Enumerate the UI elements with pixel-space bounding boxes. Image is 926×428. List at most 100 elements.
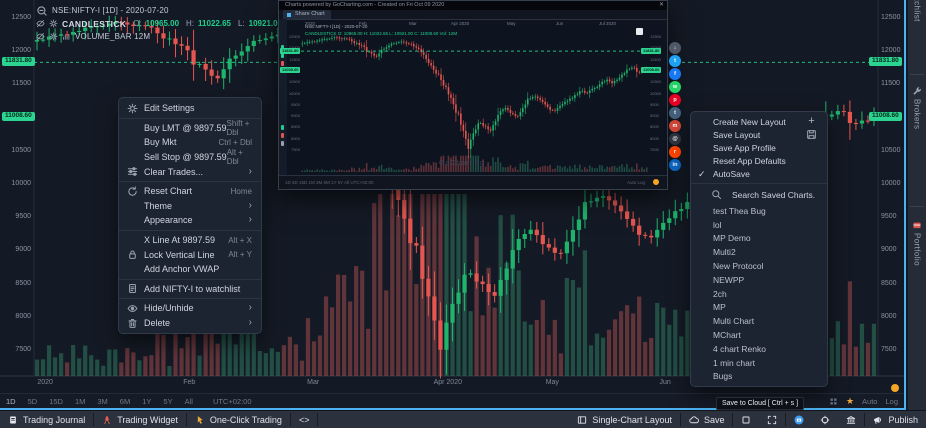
saved-chart-item[interactable]: test Thea Bug	[691, 204, 827, 218]
camera-button[interactable]	[786, 411, 812, 428]
mini-save-icon[interactable]	[636, 28, 643, 35]
menu-item-reset-chart[interactable]: Reset ChartHome	[119, 184, 261, 199]
menu-item-hide-unhide[interactable]: Hide/Unhide›	[119, 301, 261, 316]
auto-scale-button[interactable]: Auto	[862, 397, 877, 406]
close-icon[interactable]: ✕	[659, 1, 664, 10]
save-button[interactable]: Save	[681, 411, 733, 428]
favorite-star-icon[interactable]: ★	[846, 397, 854, 406]
chevron-right-icon: ›	[249, 318, 252, 328]
hide-volume-icon[interactable]	[36, 32, 45, 41]
mini-price-tick: 11500	[288, 57, 300, 62]
layout-menu-item-save-layout[interactable]: Save Layout	[691, 128, 827, 141]
square-button[interactable]	[733, 411, 759, 428]
sidebar-tab-brokers[interactable]: Brokers	[908, 86, 926, 129]
timeframe-5d[interactable]: 5D	[22, 397, 44, 406]
toolbar-spacer	[318, 411, 569, 428]
layout-menu-item-autosave[interactable]: ✓AutoSave	[691, 168, 827, 181]
menu-item-label: Buy LMT @ 9897.59	[144, 123, 227, 133]
menu-item-edit-settings[interactable]: Edit Settings	[119, 101, 261, 116]
one-click-trading-button[interactable]: One-Click Trading	[187, 411, 290, 428]
menu-item-label: Add NIFTY-I to watchlist	[144, 284, 240, 294]
menu-item-add-anchor-vwap[interactable]: Add Anchor VWAP	[119, 262, 261, 277]
search-saved-charts[interactable]: Search Saved Charts.	[691, 186, 827, 204]
scroll-to-realtime-button[interactable]	[891, 384, 899, 392]
share-download-button[interactable]: ↓	[669, 42, 681, 54]
single-chart-layout-button[interactable]: Single-Chart Layout	[569, 411, 680, 428]
grid-layout-icon[interactable]	[829, 397, 838, 406]
bank-button[interactable]	[838, 411, 864, 428]
menu-item-lock-vertical-line[interactable]: Lock Vertical LineAlt + Y	[119, 247, 261, 262]
menu-shortcut: Home	[231, 187, 252, 196]
menu-item-x-line-at-9897-59[interactable]: X Line At 9897.59Alt + X	[119, 233, 261, 248]
timeframe-15d[interactable]: 15D	[43, 397, 69, 406]
share-twitter-button[interactable]: t	[669, 55, 681, 67]
menu-item-appearance[interactable]: Appearance›	[119, 213, 261, 228]
saved-chart-item[interactable]: Multi2	[691, 245, 827, 259]
menu-item-spacer	[127, 200, 138, 211]
saved-chart-item[interactable]: MP Demo	[691, 232, 827, 246]
saved-chart-item[interactable]: New Protocol	[691, 259, 827, 273]
timezone-label[interactable]: UTC+02:00	[213, 397, 252, 406]
saved-chart-item[interactable]: Bugs	[691, 370, 827, 384]
share-whatsapp-button[interactable]: w	[669, 81, 681, 93]
timeframe-3m[interactable]: 3M	[91, 397, 113, 406]
share-reddit-button[interactable]: r	[669, 146, 681, 158]
saved-chart-item[interactable]: MChart	[691, 328, 827, 342]
saved-chart-item[interactable]: 4 chart Renko	[691, 342, 827, 356]
share-linkedin-button[interactable]: in	[669, 159, 681, 171]
timeframe-1m[interactable]: 1M	[69, 397, 91, 406]
share-tumblr-button[interactable]: t	[669, 107, 681, 119]
sidebar-tab-watchlist[interactable]: Watchlist	[908, 0, 926, 22]
layout-menu-label: AutoSave	[713, 169, 750, 179]
watermark: GoCharting	[439, 160, 485, 167]
menu-item-add-nifty-i-to-watchlist[interactable]: Add NIFTY-I to watchlist	[119, 282, 261, 297]
share-facebook-button[interactable]: f	[669, 68, 681, 80]
camera-icon	[794, 415, 804, 425]
price-tick: 10500	[0, 147, 31, 154]
saved-chart-item[interactable]: lol	[691, 218, 827, 232]
menu-item-label: X Line At 9897.59	[144, 235, 215, 245]
menu-item-buy-lmt-9897-59[interactable]: Buy LMT @ 9897.59Shift + Dbl	[119, 121, 261, 136]
hide-series-icon[interactable]	[36, 19, 45, 28]
log-scale-button[interactable]: Log	[885, 397, 898, 406]
timeframe-6m[interactable]: 6M	[114, 397, 136, 406]
layout-menu-item-create-new-layout[interactable]: Create New Layout+	[691, 115, 827, 128]
timeframe-buttons: 1D5D15D1M3M6M1Y5YAll	[0, 397, 199, 406]
price-tick: 8000	[881, 313, 905, 320]
tab-share-chart[interactable]: Share Chart	[283, 10, 331, 19]
menu-item-spacer	[127, 235, 138, 246]
saved-chart-item[interactable]: 1 min chart	[691, 356, 827, 370]
layout-menu-item-save-app-profile[interactable]: Save App Profile	[691, 141, 827, 154]
price-pill-left: 11008.60	[2, 112, 35, 121]
menu-item-theme[interactable]: Theme›	[119, 199, 261, 214]
share-email-button[interactable]: @	[669, 133, 681, 145]
trading-app: 1250012000115001050010000950090008500800…	[0, 0, 926, 428]
volume-settings-icon[interactable]	[49, 32, 58, 41]
timeframe-5y[interactable]: 5Y	[157, 397, 178, 406]
saved-chart-item[interactable]: Multi Chart	[691, 314, 827, 328]
timeframe-1y[interactable]: 1Y	[136, 397, 157, 406]
menu-item-delete[interactable]: Delete›	[119, 316, 261, 331]
trading-journal-button[interactable]: Trading Journal	[0, 411, 93, 428]
trading-widget-button[interactable]: Trading Widget	[94, 411, 186, 428]
saved-chart-item[interactable]: 2ch	[691, 287, 827, 301]
expand-button[interactable]	[759, 411, 785, 428]
crosshair-button[interactable]	[812, 411, 838, 428]
sidebar-tab-portfolio[interactable]: Portfolio	[908, 220, 926, 266]
code-button[interactable]: <>	[291, 411, 318, 428]
share-pinterest-button[interactable]: p	[669, 94, 681, 106]
layout-menu-item-reset-app-defaults[interactable]: Reset App Defaults	[691, 155, 827, 168]
volume-bars-icon[interactable]	[62, 32, 71, 41]
menu-item-sell-stop-9897-59[interactable]: Sell Stop @ 9897.59Alt + Dbl	[119, 150, 261, 165]
chevron-right-icon: ›	[249, 201, 252, 211]
timeframe-all[interactable]: All	[179, 397, 199, 406]
share-gmail-button[interactable]: m	[669, 120, 681, 132]
series-settings-icon[interactable]	[49, 19, 58, 28]
publish-button[interactable]: Publish	[865, 411, 926, 428]
menu-item-clear-trades[interactable]: Clear Trades...›	[119, 164, 261, 179]
saved-chart-item[interactable]: NEWPP	[691, 273, 827, 287]
zoom-out-icon[interactable]	[36, 5, 48, 17]
saved-chart-item[interactable]: MP	[691, 301, 827, 315]
price-tick: 12000	[881, 47, 905, 54]
timeframe-1d[interactable]: 1D	[0, 397, 22, 406]
